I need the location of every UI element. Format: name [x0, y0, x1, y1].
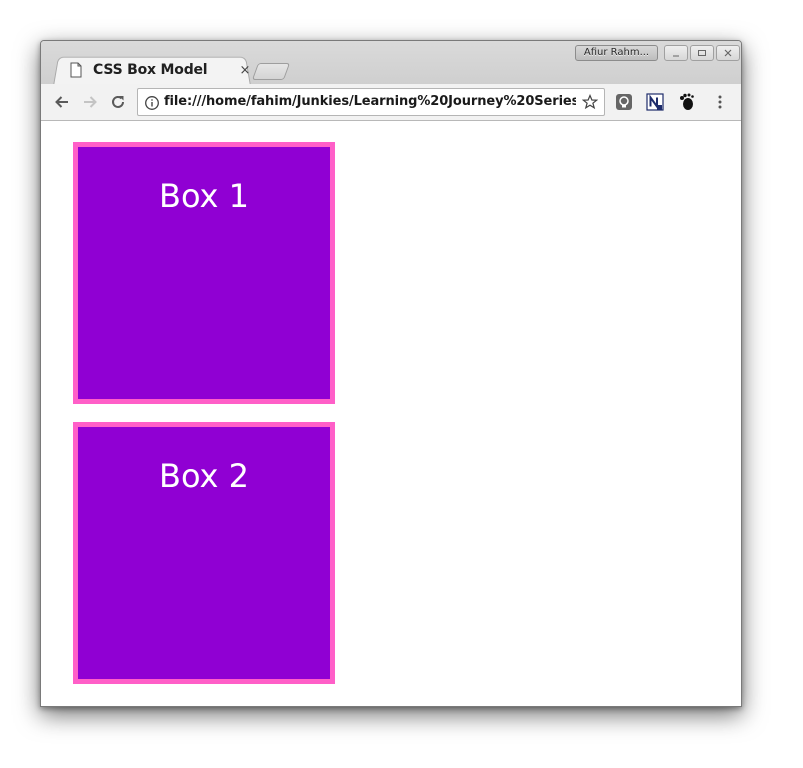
- box-1-label: Box 1: [158, 177, 249, 215]
- page-content: Box 1 Box 2: [41, 121, 741, 706]
- back-button[interactable]: [51, 91, 73, 113]
- box-2-label: Box 2: [158, 457, 249, 495]
- profile-button[interactable]: Afiur Rahm...: [575, 45, 658, 61]
- kebab-menu-icon[interactable]: [711, 93, 729, 111]
- close-icon: [724, 49, 732, 57]
- url-text[interactable]: file:///home/fahim/Junkies/Learning%20Jo…: [164, 89, 576, 115]
- close-window-button[interactable]: [716, 45, 740, 61]
- active-tab[interactable]: CSS Box Model ×: [67, 56, 253, 84]
- box-2: Box 2: [73, 422, 335, 684]
- star-icon[interactable]: [582, 94, 598, 110]
- maximize-icon: [698, 50, 706, 56]
- info-icon[interactable]: [144, 95, 160, 111]
- toolbar: file:///home/fahim/Junkies/Learning%20Jo…: [41, 84, 741, 121]
- gnome-foot-icon[interactable]: [678, 93, 696, 111]
- browser-window: CSS Box Model × Afiur Rahm... file:///ho…: [40, 40, 742, 707]
- tab-title: CSS Box Model: [93, 62, 208, 78]
- maximize-button[interactable]: [690, 45, 714, 61]
- box-1: Box 1: [73, 142, 335, 404]
- reload-button[interactable]: [107, 91, 129, 113]
- forward-button[interactable]: [79, 91, 101, 113]
- forward-arrow-icon: [84, 96, 97, 108]
- title-bar: CSS Box Model × Afiur Rahm...: [41, 41, 741, 86]
- minimize-button[interactable]: [664, 45, 688, 61]
- minimize-icon: [673, 55, 679, 57]
- n-extension-icon[interactable]: [646, 93, 664, 111]
- new-tab-button[interactable]: [251, 63, 291, 80]
- back-arrow-icon: [55, 96, 68, 108]
- document-icon: [70, 62, 82, 78]
- tab-close-icon[interactable]: ×: [237, 62, 253, 78]
- reload-icon: [112, 95, 124, 108]
- address-bar[interactable]: file:///home/fahim/Junkies/Learning%20Jo…: [137, 88, 605, 116]
- lightbulb-extension-icon[interactable]: [615, 93, 633, 111]
